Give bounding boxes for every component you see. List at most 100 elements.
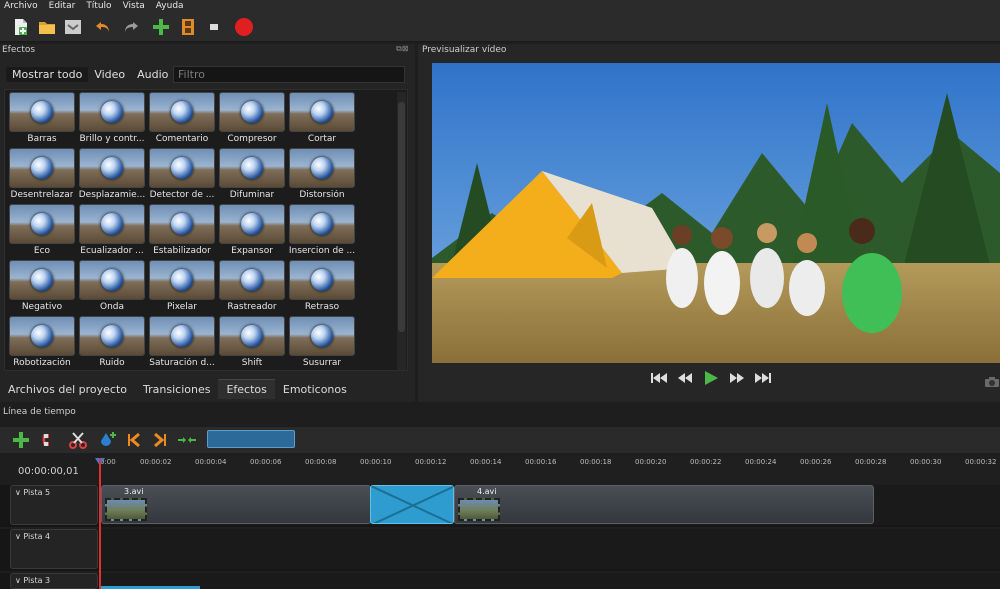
effect-item[interactable]: Negativo [7, 260, 77, 316]
track-header[interactable]: ∨ Pista 3 [10, 573, 98, 589]
effect-item[interactable]: Susurrar [287, 316, 357, 372]
tab-audio[interactable]: Audio [131, 67, 174, 82]
preview-panel-title: Previsualizar vídeo [422, 45, 507, 55]
effect-label: Robotización [13, 358, 71, 368]
effect-item[interactable]: Barras [7, 92, 77, 148]
ruler-label: 00:00:06 [250, 458, 282, 466]
fast-forward-button[interactable] [728, 370, 746, 386]
track-header[interactable]: ∨ Pista 4 [10, 529, 98, 569]
clip-name: 4.avi [477, 487, 497, 496]
redo-icon [125, 22, 138, 32]
export-button[interactable] [178, 17, 198, 37]
menu-archivo[interactable]: Archivo [4, 0, 38, 13]
effect-thumbnail [149, 260, 215, 300]
effect-item[interactable]: Ruido [77, 316, 147, 372]
add-track-button[interactable] [11, 430, 31, 450]
effect-item[interactable]: Rastreador [217, 260, 287, 316]
effects-scrollbar[interactable] [397, 92, 406, 370]
panel-window-buttons[interactable]: ⧉⊠ [396, 44, 408, 54]
jump-start-button[interactable] [650, 370, 668, 386]
transition-clip[interactable] [370, 485, 454, 524]
play-icon [705, 371, 718, 385]
effects-panel-title: Efectos [2, 45, 36, 55]
redo-button[interactable] [121, 17, 141, 37]
effects-filter-input[interactable]: Filtro [173, 66, 405, 83]
snap-button[interactable] [40, 430, 60, 450]
effect-item[interactable]: Saturación d... [147, 316, 217, 372]
playhead[interactable] [99, 458, 101, 589]
new-project-button[interactable] [11, 17, 31, 37]
video-clip[interactable]: 4.avi [454, 485, 874, 524]
tab-show-all[interactable]: Mostrar todo [6, 67, 89, 82]
center-arrows-icon [178, 437, 196, 443]
track-header[interactable]: ∨ Pista 5 [10, 485, 98, 525]
menu-editar[interactable]: Editar [49, 0, 76, 13]
video-clip[interactable]: 3.avi [101, 485, 371, 524]
center-timeline-button[interactable] [177, 430, 197, 450]
effect-item[interactable]: Insercion de ... [287, 204, 357, 260]
rewind-button[interactable] [676, 370, 694, 386]
effect-item[interactable]: Pixelar [147, 260, 217, 316]
effect-item[interactable]: Expansor [217, 204, 287, 260]
marker-icon [101, 432, 116, 446]
effect-item[interactable]: Distorsión [287, 148, 357, 204]
add-marker-button[interactable] [99, 430, 119, 450]
fullscreen-button[interactable] [204, 17, 224, 37]
save-button[interactable] [63, 17, 83, 37]
snapshot-button[interactable] [984, 373, 1000, 392]
effect-item[interactable]: Estabilizador [147, 204, 217, 260]
razor-button[interactable] [68, 430, 88, 450]
effect-item[interactable]: Retraso [287, 260, 357, 316]
effect-label: Pixelar [166, 302, 198, 312]
menu-titulo[interactable]: Título [86, 0, 111, 13]
tab-emoticons[interactable]: Emoticonos [275, 380, 355, 399]
previous-marker-button[interactable] [124, 430, 144, 450]
effect-item[interactable]: Brillo y contr... [77, 92, 147, 148]
next-marker-button[interactable] [150, 430, 170, 450]
effect-item[interactable]: Difuminar [217, 148, 287, 204]
add-track-button[interactable] [151, 17, 171, 37]
project-tabs: Archivos del proyecto Transiciones Efect… [0, 378, 355, 400]
play-button[interactable] [702, 370, 720, 386]
menu-ayuda[interactable]: Ayuda [156, 0, 184, 13]
effect-item[interactable]: Detector de ... [147, 148, 217, 204]
tab-project-files[interactable]: Archivos del proyecto [0, 380, 135, 399]
effect-item[interactable]: Onda [77, 260, 147, 316]
effect-label: Ecualizador ... [80, 246, 144, 256]
effect-item[interactable]: Desplazamie... [77, 148, 147, 204]
ruler-label: 00:00:20 [635, 458, 667, 466]
effect-item[interactable]: Ecualizador ... [77, 204, 147, 260]
effect-thumbnail [149, 316, 215, 356]
ruler-label: 00:00:30 [910, 458, 942, 466]
effect-item[interactable]: Robotización [7, 316, 77, 372]
ruler-label: 00:00:08 [305, 458, 337, 466]
effect-label: Comentario [155, 134, 209, 144]
track-lane [100, 573, 1000, 589]
effect-item[interactable]: Cortar [287, 92, 357, 148]
effect-thumbnail [219, 92, 285, 132]
tab-transitions[interactable]: Transiciones [135, 380, 218, 399]
tab-video[interactable]: Video [88, 67, 131, 82]
ruler-label: 00:00:12 [415, 458, 447, 466]
effect-label: Detector de ... [149, 190, 215, 200]
effect-thumbnail [149, 92, 215, 132]
effect-thumbnail [9, 260, 75, 300]
effects-grid: Barras Brillo y contr... Comentario Comp… [7, 92, 357, 372]
undo-button[interactable] [93, 17, 113, 37]
timeline-zoom-slider[interactable] [207, 430, 295, 448]
jump-end-button[interactable] [754, 370, 772, 386]
camera-icon [985, 377, 999, 387]
scrollbar-thumb[interactable] [398, 102, 405, 332]
ruler-label: 00:00:26 [800, 458, 832, 466]
effect-item[interactable]: Eco [7, 204, 77, 260]
menu-vista[interactable]: Vista [123, 0, 145, 13]
effect-item[interactable]: Shift [217, 316, 287, 372]
effect-item[interactable]: Desentrelazar [7, 148, 77, 204]
effect-item[interactable]: Compresor [217, 92, 287, 148]
effect-item[interactable]: Comentario [147, 92, 217, 148]
tab-effects[interactable]: Efectos [218, 379, 275, 399]
effect-thumbnail [9, 204, 75, 244]
open-project-button[interactable] [37, 17, 57, 37]
effect-label: Brillo y contr... [79, 134, 145, 144]
record-button[interactable] [234, 17, 254, 37]
